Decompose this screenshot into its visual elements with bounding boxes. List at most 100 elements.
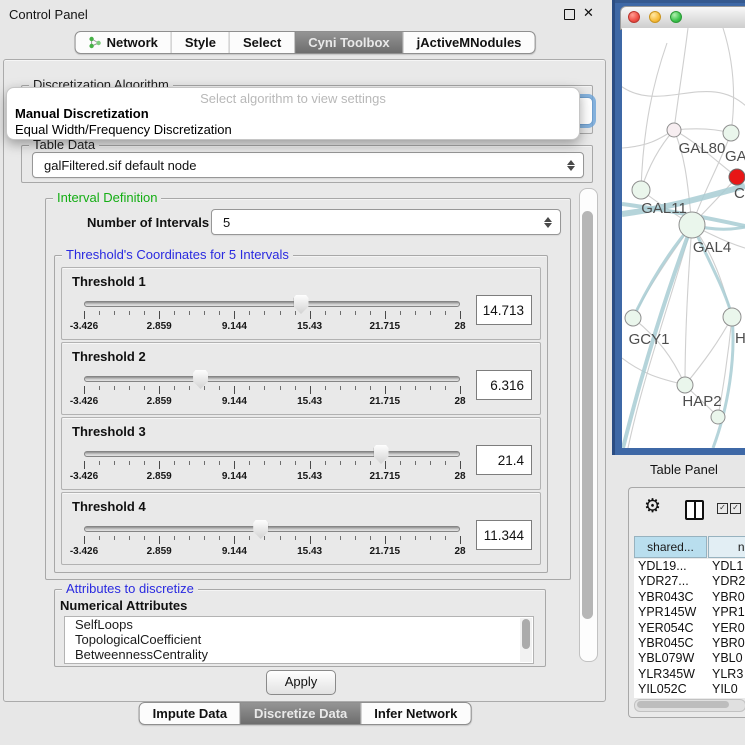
threshold-value-field[interactable]: 14.713: [476, 295, 532, 325]
network-graph: GAL80GACGAL11GAL4GCY1HHAP2: [622, 28, 745, 448]
tick-mark: [174, 461, 175, 465]
table-row[interactable]: YPR145WYPR1: [634, 605, 745, 620]
tab-cyni-toolbox[interactable]: Cyni Toolbox: [294, 32, 402, 53]
table-row[interactable]: YDL19...YDL1: [634, 559, 745, 574]
tab-infer-network[interactable]: Infer Network: [360, 703, 470, 724]
tick-mark: [370, 536, 371, 540]
table-horizontal-scrollbar[interactable]: [634, 699, 745, 712]
tab-network[interactable]: Network: [76, 32, 171, 53]
slider-track[interactable]: [84, 376, 460, 382]
number-of-intervals-combobox[interactable]: 5: [211, 209, 561, 235]
table-column-header[interactable]: na: [708, 536, 745, 558]
table-row[interactable]: YBR045CYBR0: [634, 636, 745, 651]
threshold-value-field[interactable]: 6.316: [476, 370, 532, 400]
cyni-toolbox-panel: Discretization Algorithm Select algorith…: [3, 59, 606, 702]
tab-discretize-data[interactable]: Discretize Data: [240, 703, 360, 724]
tick-mark: [280, 311, 281, 315]
tick-mark: [159, 461, 160, 469]
interval-definition-group-title: Interval Definition: [53, 190, 161, 205]
panel-scrollbar[interactable]: [579, 188, 598, 662]
tick-mark: [84, 536, 85, 544]
node-top-green[interactable]: [723, 125, 739, 141]
slider-ticks: [84, 461, 460, 470]
tab-impute-data[interactable]: Impute Data: [140, 703, 240, 724]
tick-mark: [340, 386, 341, 390]
tick-mark: [325, 536, 326, 540]
tab-style[interactable]: Style: [171, 32, 229, 53]
tab-jactivemnodules[interactable]: jActiveMNodules: [403, 32, 535, 53]
threshold-slider[interactable]: -3.4262.8599.14415.4321.71528: [84, 294, 460, 336]
slider-track[interactable]: [84, 526, 460, 532]
table-row[interactable]: YER054CYER0: [634, 621, 745, 636]
close-traffic-light-icon[interactable]: [628, 11, 640, 23]
network-window-titlebar[interactable]: [620, 6, 745, 30]
table-column-header[interactable]: shared...: [634, 536, 707, 558]
tick-mark: [400, 311, 401, 315]
node-bottom[interactable]: [711, 410, 725, 424]
select-columns-icon[interactable]: ✓✓: [717, 503, 741, 514]
apply-button[interactable]: Apply: [266, 670, 336, 695]
table-cell: YLR3: [712, 667, 743, 681]
attribute-list-item[interactable]: BetweennessCentrality: [65, 647, 533, 662]
tick-mark: [310, 461, 311, 469]
threshold-title: Threshold 2: [72, 349, 146, 364]
table-row[interactable]: YLR345WYLR3: [634, 667, 745, 682]
slider-tick-labels: -3.4262.8599.14415.4321.71528: [84, 396, 460, 408]
tab-select[interactable]: Select: [229, 32, 294, 53]
threshold-value-field[interactable]: 21.4: [476, 445, 532, 475]
threshold-slider[interactable]: -3.4262.8599.14415.4321.71528: [84, 369, 460, 411]
numerical-attributes-list[interactable]: SelfLoopsTopologicalCoefficientBetweenne…: [64, 616, 534, 664]
minimize-traffic-light-icon[interactable]: [649, 11, 661, 23]
tick-mark: [325, 311, 326, 315]
algorithm-option-manual[interactable]: Manual Discretization: [7, 106, 579, 122]
node-pink[interactable]: [667, 123, 681, 137]
threshold-slider[interactable]: -3.4262.8599.14415.4321.71528: [84, 519, 460, 561]
node-gal11[interactable]: [632, 181, 650, 199]
tick-mark: [174, 311, 175, 315]
node-hap2[interactable]: [677, 377, 693, 393]
attribute-list-item[interactable]: SelfLoops: [65, 617, 533, 632]
table-row[interactable]: YDR27...YDR2: [634, 574, 745, 589]
network-canvas[interactable]: GAL80GACGAL11GAL4GCY1HHAP2: [622, 28, 745, 448]
algorithm-option-equal-width[interactable]: Equal Width/Frequency Discretization: [7, 122, 579, 138]
table-hscroll-thumb[interactable]: [637, 701, 729, 708]
control-panel-tabs: Network Style Select Cyni Toolbox jActiv…: [75, 31, 536, 54]
tick-mark: [295, 461, 296, 465]
attr-items: SelfLoopsTopologicalCoefficientBetweenne…: [65, 617, 533, 662]
tick-mark: [129, 461, 130, 465]
show-columns-icon[interactable]: [685, 500, 704, 520]
table-cell: YIL052C: [638, 682, 687, 696]
tick-mark: [264, 461, 265, 465]
close-window-icon[interactable]: ✕: [583, 5, 594, 21]
tick-mark: [370, 386, 371, 390]
zoom-traffic-light-icon[interactable]: [670, 11, 682, 23]
table-row[interactable]: YBR043CYBR0: [634, 590, 745, 605]
table-row[interactable]: YIL052CYIL0: [634, 682, 745, 697]
panel-scrollbar-thumb[interactable]: [582, 211, 593, 619]
tick-mark: [460, 536, 461, 544]
threshold-slider[interactable]: -3.4262.8599.14415.4321.71528: [84, 444, 460, 486]
tick-mark: [340, 461, 341, 465]
tick-mark: [174, 386, 175, 390]
threshold-title: Threshold 1: [72, 274, 146, 289]
table-cell: YDL19...: [638, 559, 687, 573]
node-red[interactable]: [729, 169, 745, 185]
node-gcy1[interactable]: [625, 310, 641, 326]
slider-track[interactable]: [84, 301, 460, 307]
tick-mark: [219, 461, 220, 465]
tick-mark: [99, 536, 100, 540]
tick-mark: [114, 461, 115, 465]
table-data-combobox[interactable]: galFiltered.sif default node: [32, 152, 584, 178]
attribute-list-item[interactable]: TopologicalCoefficient: [65, 632, 533, 647]
table-row[interactable]: YBL079WYBL0: [634, 651, 745, 666]
tick-mark: [264, 311, 265, 315]
attributes-scrollbar[interactable]: [520, 618, 532, 662]
threshold-value-field[interactable]: 11.344: [476, 520, 532, 550]
slider-track[interactable]: [84, 451, 460, 457]
float-window-icon[interactable]: [564, 9, 575, 20]
node-h[interactable]: [723, 308, 741, 326]
network-window-frame: GAL80GACGAL11GAL4GCY1HHAP2: [612, 0, 745, 455]
table-settings-gear-icon[interactable]: ⚙: [644, 496, 661, 518]
number-of-intervals-label: Number of Intervals: [87, 215, 209, 230]
tick-mark: [129, 311, 130, 315]
